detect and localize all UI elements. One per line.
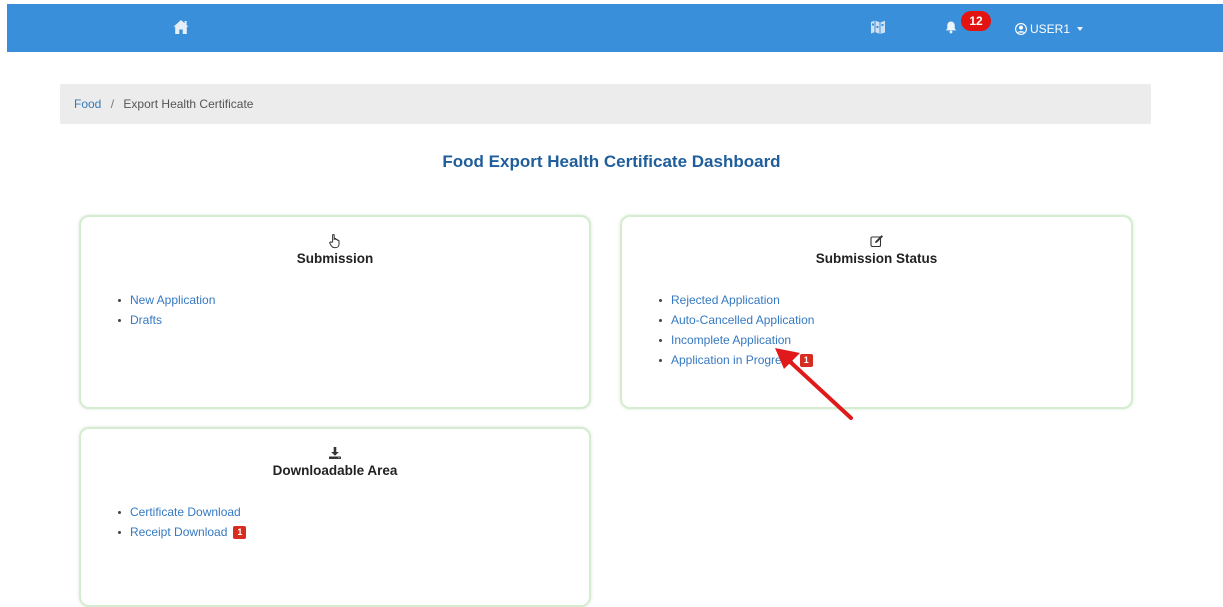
list-item: Incomplete Application — [659, 330, 814, 350]
submission-list: New Application Drafts — [118, 290, 215, 330]
breadcrumb-food-link[interactable]: Food — [74, 97, 101, 111]
submission-title: Submission — [296, 251, 374, 266]
bullet — [118, 530, 121, 534]
chevron-down-icon — [1077, 27, 1084, 31]
breadcrumb: Food / Export Health Certificate — [60, 84, 1151, 124]
submission-status-title: Submission Status — [815, 251, 938, 266]
bullet — [659, 298, 662, 302]
incomplete-application-link[interactable]: Incomplete Application — [671, 330, 791, 350]
certificate-download-link[interactable]: Certificate Download — [130, 502, 241, 522]
list-item: Drafts — [118, 310, 215, 330]
download-icon — [81, 445, 589, 461]
receipt-download-link[interactable]: Receipt Download — [130, 522, 227, 542]
submission-status-card: Submission Status Rejected Application A… — [620, 215, 1133, 409]
application-in-progress-link[interactable]: Application in Progress — [671, 350, 794, 370]
rejected-application-link[interactable]: Rejected Application — [671, 290, 780, 310]
page-title: Food Export Health Certificate Dashboard — [442, 152, 781, 171]
hand-pointer-icon — [81, 233, 589, 249]
bell-icon[interactable] — [944, 20, 958, 34]
list-item: Auto-Cancelled Application — [659, 310, 814, 330]
bullet — [659, 318, 662, 322]
list-item: Application in Progress 1 — [659, 350, 814, 370]
edit-icon — [622, 233, 1131, 249]
list-item: Receipt Download 1 — [118, 522, 247, 542]
user-circle-icon — [1015, 23, 1027, 35]
list-item: Rejected Application — [659, 290, 814, 310]
notification-count-badge[interactable]: 12 — [961, 11, 991, 31]
bullet — [118, 298, 121, 302]
list-item: New Application — [118, 290, 215, 310]
breadcrumb-separator: / — [110, 97, 115, 111]
downloadable-area-card: Downloadable Area Certificate Download R… — [79, 427, 591, 607]
count-badge: 1 — [233, 525, 247, 539]
left-frame — [0, 0, 7, 595]
bullet — [118, 318, 121, 322]
submission-card: Submission New Application Drafts — [79, 215, 591, 409]
map-icon[interactable] — [869, 18, 887, 36]
top-navbar: 12 USER1 — [7, 4, 1223, 52]
bullet — [659, 338, 662, 342]
bullet — [118, 510, 121, 514]
new-application-link[interactable]: New Application — [130, 290, 215, 310]
breadcrumb-current: Export Health Certificate — [123, 97, 254, 111]
downloadable-list: Certificate Download Receipt Download 1 — [118, 502, 247, 542]
auto-cancelled-application-link[interactable]: Auto-Cancelled Application — [671, 310, 814, 330]
user-name: USER1 — [1030, 22, 1071, 36]
drafts-link[interactable]: Drafts — [130, 310, 162, 330]
list-item: Certificate Download — [118, 502, 246, 522]
submission-status-list: Rejected Application Auto-Cancelled Appl… — [659, 290, 814, 370]
home-icon[interactable] — [172, 18, 190, 36]
count-badge: 1 — [799, 353, 813, 367]
downloadable-area-title: Downloadable Area — [272, 463, 398, 478]
user-menu[interactable]: USER1 — [1015, 20, 1084, 38]
bullet — [659, 358, 662, 362]
